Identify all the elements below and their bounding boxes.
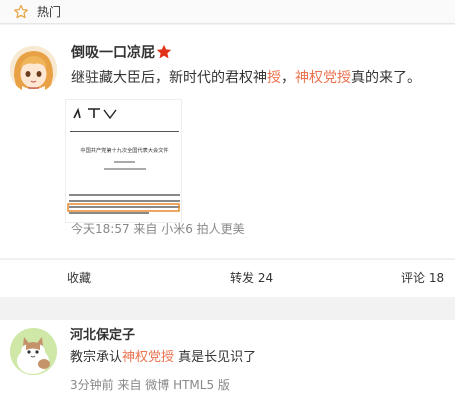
- weibo-post: 倒吸一口凉屁 继驻藏大臣后，新时代的君权神授，神权党授真的来了。 中国共产党第十…: [0, 25, 455, 258]
- post-text-part: 真的来了。: [351, 70, 421, 86]
- comment-text-highlight[interactable]: 神权党授: [122, 350, 174, 365]
- post-text-part: 继驻藏大臣后，新时代的君权神: [71, 70, 267, 86]
- post-author-name[interactable]: 倒吸一口凉屁: [71, 44, 155, 62]
- repost-button[interactable]: 转发 24: [230, 270, 273, 286]
- anime-girl-avatar-icon: [10, 46, 57, 93]
- avatar[interactable]: [10, 46, 57, 93]
- favorite-button[interactable]: 收藏: [67, 270, 91, 286]
- post-text-highlight[interactable]: 神权党授: [295, 70, 351, 86]
- post-action-bar: 收藏 转发 24 评论 18: [0, 259, 455, 297]
- comment-meta: 3分钟前 来自 微博 HTML5 版: [70, 378, 230, 392]
- document-image: 中国共产党第十九次全国代表大会文件: [66, 100, 181, 222]
- avatar[interactable]: [10, 328, 57, 375]
- post-image[interactable]: 中国共产党第十九次全国代表大会文件: [65, 99, 182, 223]
- comment-text-part: 真是长见识了: [174, 350, 257, 365]
- post-text-highlight[interactable]: 授: [267, 70, 281, 86]
- comment-text-part: 教宗承认: [70, 350, 123, 365]
- hot-label: 热门: [37, 5, 62, 19]
- comment-text: 教宗承认神权党授 真是长见识了: [70, 350, 256, 366]
- red-star-badge-icon: [156, 44, 172, 59]
- post-text-part: ，: [281, 70, 295, 86]
- post-meta: 今天18:57 来自 小米6 拍人更美: [71, 222, 245, 236]
- post-text: 继驻藏大臣后，新时代的君权神授，神权党授真的来了。: [71, 69, 421, 87]
- star-outline-icon: [14, 4, 28, 19]
- comment-button[interactable]: 评论 18: [401, 270, 444, 286]
- comment-author-name[interactable]: 河北保定子: [70, 328, 135, 344]
- comment-item: 河北保定子 教宗承认神权党授 真是长见识了 3分钟前 来自 微博 HTML5 版: [0, 320, 455, 412]
- document-title: 中国共产党第十九次全国代表大会文件: [80, 146, 168, 154]
- hot-header: 热门: [0, 0, 455, 24]
- cat-avatar-icon: [10, 328, 57, 375]
